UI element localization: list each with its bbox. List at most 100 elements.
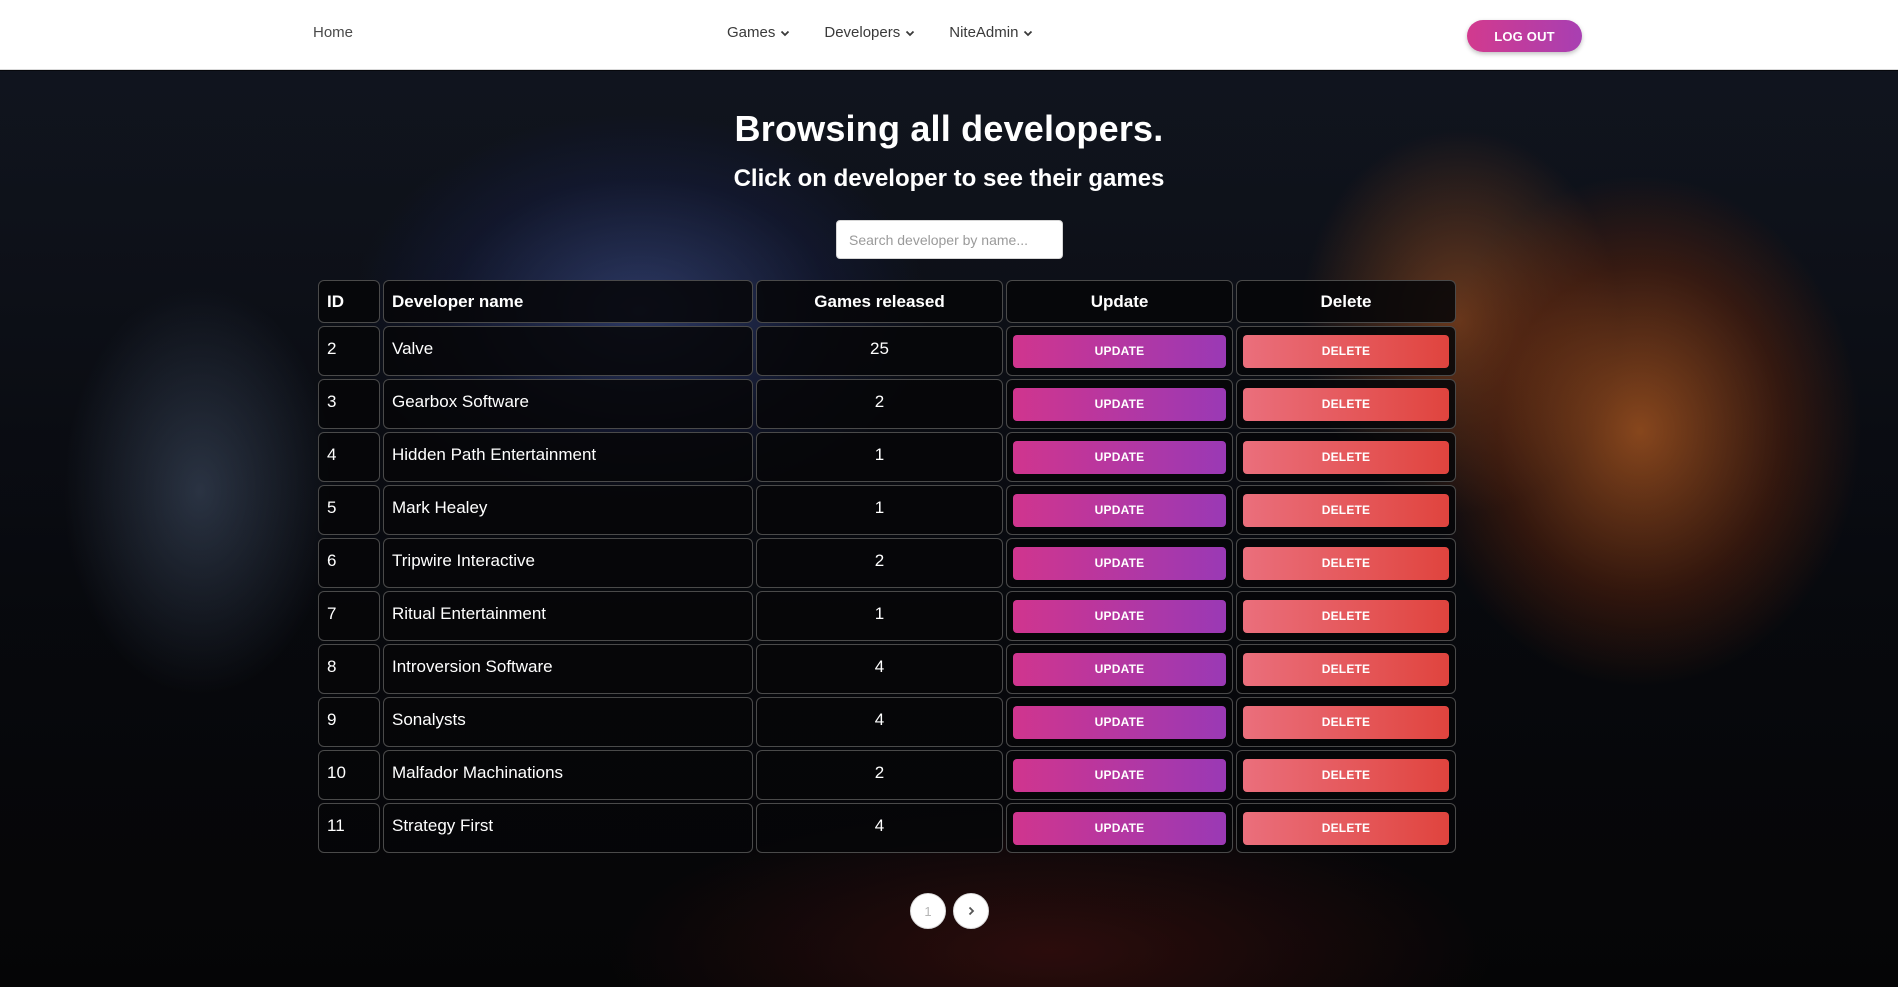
cell-developer-name[interactable]: Mark Healey	[383, 485, 753, 535]
cell-delete: DELETE	[1236, 379, 1456, 429]
cell-update: UPDATE	[1006, 379, 1233, 429]
chevron-down-icon	[1024, 30, 1033, 36]
cell-games-released: 1	[756, 591, 1003, 641]
cell-id: 6	[318, 538, 380, 588]
cell-developer-name[interactable]: Valve	[383, 326, 753, 376]
delete-button[interactable]: DELETE	[1243, 546, 1449, 580]
cell-id: 11	[318, 803, 380, 853]
cell-games-released: 2	[756, 750, 1003, 800]
table-row[interactable]: 3 Gearbox Software 2 UPDATE DELETE	[318, 379, 1456, 429]
cell-games-released: 4	[756, 697, 1003, 747]
update-button[interactable]: UPDATE	[1013, 705, 1226, 739]
table-row[interactable]: 8 Introversion Software 4 UPDATE DELETE	[318, 644, 1456, 694]
cell-games-released: 2	[756, 379, 1003, 429]
table-row[interactable]: 7 Ritual Entertainment 1 UPDATE DELETE	[318, 591, 1456, 641]
cell-developer-name[interactable]: Sonalysts	[383, 697, 753, 747]
update-button[interactable]: UPDATE	[1013, 440, 1226, 474]
cell-update: UPDATE	[1006, 538, 1233, 588]
table-row[interactable]: 5 Mark Healey 1 UPDATE DELETE	[318, 485, 1456, 535]
delete-button[interactable]: DELETE	[1243, 599, 1449, 633]
chevron-down-icon	[906, 30, 915, 36]
nav-home-link[interactable]: Home	[313, 24, 353, 41]
nav-niteadmin-label: NiteAdmin	[949, 24, 1019, 41]
nav-developers-dropdown[interactable]: Developers	[824, 24, 916, 41]
cell-developer-name[interactable]: Gearbox Software	[383, 379, 753, 429]
update-button[interactable]: UPDATE	[1013, 387, 1226, 421]
cell-update: UPDATE	[1006, 750, 1233, 800]
cell-delete: DELETE	[1236, 485, 1456, 535]
update-button[interactable]: UPDATE	[1013, 546, 1226, 580]
cell-id: 10	[318, 750, 380, 800]
cell-delete: DELETE	[1236, 432, 1456, 482]
cell-id: 3	[318, 379, 380, 429]
delete-button[interactable]: DELETE	[1243, 387, 1449, 421]
cell-update: UPDATE	[1006, 485, 1233, 535]
nav-niteadmin-dropdown[interactable]: NiteAdmin	[949, 24, 1034, 41]
delete-button[interactable]: DELETE	[1243, 705, 1449, 739]
search-input[interactable]	[836, 220, 1063, 259]
cell-id: 5	[318, 485, 380, 535]
cell-update: UPDATE	[1006, 697, 1233, 747]
update-button[interactable]: UPDATE	[1013, 493, 1226, 527]
update-button[interactable]: UPDATE	[1013, 758, 1226, 792]
cell-delete: DELETE	[1236, 591, 1456, 641]
cell-delete: DELETE	[1236, 538, 1456, 588]
page-title: Browsing all developers.	[734, 108, 1164, 149]
cell-developer-name[interactable]: Strategy First	[383, 803, 753, 853]
update-button[interactable]: UPDATE	[1013, 334, 1226, 368]
page-subtitle: Click on developer to see their games	[733, 165, 1165, 192]
cell-games-released: 2	[756, 538, 1003, 588]
cell-id: 7	[318, 591, 380, 641]
table-header-row: ID Developer name Games released Update …	[318, 280, 1456, 323]
developers-table: ID Developer name Games released Update …	[315, 277, 1459, 856]
table-row[interactable]: 6 Tripwire Interactive 2 UPDATE DELETE	[318, 538, 1456, 588]
table-row[interactable]: 2 Valve 25 UPDATE DELETE	[318, 326, 1456, 376]
developers-table-wrap: ID Developer name Games released Update …	[315, 277, 1457, 856]
page-1-button[interactable]: 1	[910, 893, 946, 929]
pagination: 1	[910, 893, 989, 929]
cell-developer-name[interactable]: Tripwire Interactive	[383, 538, 753, 588]
delete-button[interactable]: DELETE	[1243, 440, 1449, 474]
cell-delete: DELETE	[1236, 803, 1456, 853]
nav-games-label: Games	[727, 24, 776, 41]
col-header-games: Games released	[756, 280, 1003, 323]
cell-delete: DELETE	[1236, 326, 1456, 376]
delete-button[interactable]: DELETE	[1243, 334, 1449, 368]
cell-id: 2	[318, 326, 380, 376]
cell-developer-name[interactable]: Introversion Software	[383, 644, 753, 694]
table-row[interactable]: 9 Sonalysts 4 UPDATE DELETE	[318, 697, 1456, 747]
cell-developer-name[interactable]: Ritual Entertainment	[383, 591, 753, 641]
cell-games-released: 4	[756, 644, 1003, 694]
cell-id: 9	[318, 697, 380, 747]
col-header-name: Developer name	[383, 280, 753, 323]
table-row[interactable]: 4 Hidden Path Entertainment 1 UPDATE DEL…	[318, 432, 1456, 482]
col-header-delete: Delete	[1236, 280, 1456, 323]
cell-games-released: 1	[756, 485, 1003, 535]
table-row[interactable]: 10 Malfador Machinations 2 UPDATE DELETE	[318, 750, 1456, 800]
cell-developer-name[interactable]: Malfador Machinations	[383, 750, 753, 800]
col-header-update: Update	[1006, 280, 1233, 323]
col-header-id: ID	[318, 280, 380, 323]
delete-button[interactable]: DELETE	[1243, 758, 1449, 792]
logout-button[interactable]: LOG OUT	[1467, 20, 1582, 52]
table-row[interactable]: 11 Strategy First 4 UPDATE DELETE	[318, 803, 1456, 853]
nav-games-dropdown[interactable]: Games	[727, 24, 791, 41]
cell-delete: DELETE	[1236, 750, 1456, 800]
nav-menu: Games Developers NiteAdmin	[727, 24, 1067, 41]
delete-button[interactable]: DELETE	[1243, 652, 1449, 686]
cell-update: UPDATE	[1006, 644, 1233, 694]
cell-developer-name[interactable]: Hidden Path Entertainment	[383, 432, 753, 482]
update-button[interactable]: UPDATE	[1013, 811, 1226, 845]
update-button[interactable]: UPDATE	[1013, 599, 1226, 633]
cell-update: UPDATE	[1006, 803, 1233, 853]
cell-update: UPDATE	[1006, 591, 1233, 641]
cell-update: UPDATE	[1006, 432, 1233, 482]
update-button[interactable]: UPDATE	[1013, 652, 1226, 686]
delete-button[interactable]: DELETE	[1243, 811, 1449, 845]
next-page-button[interactable]	[953, 893, 989, 929]
delete-button[interactable]: DELETE	[1243, 493, 1449, 527]
top-navbar: Home Games Developers NiteAdmin LOG OUT	[0, 0, 1898, 70]
cell-id: 8	[318, 644, 380, 694]
nav-developers-label: Developers	[824, 24, 901, 41]
cell-update: UPDATE	[1006, 326, 1233, 376]
